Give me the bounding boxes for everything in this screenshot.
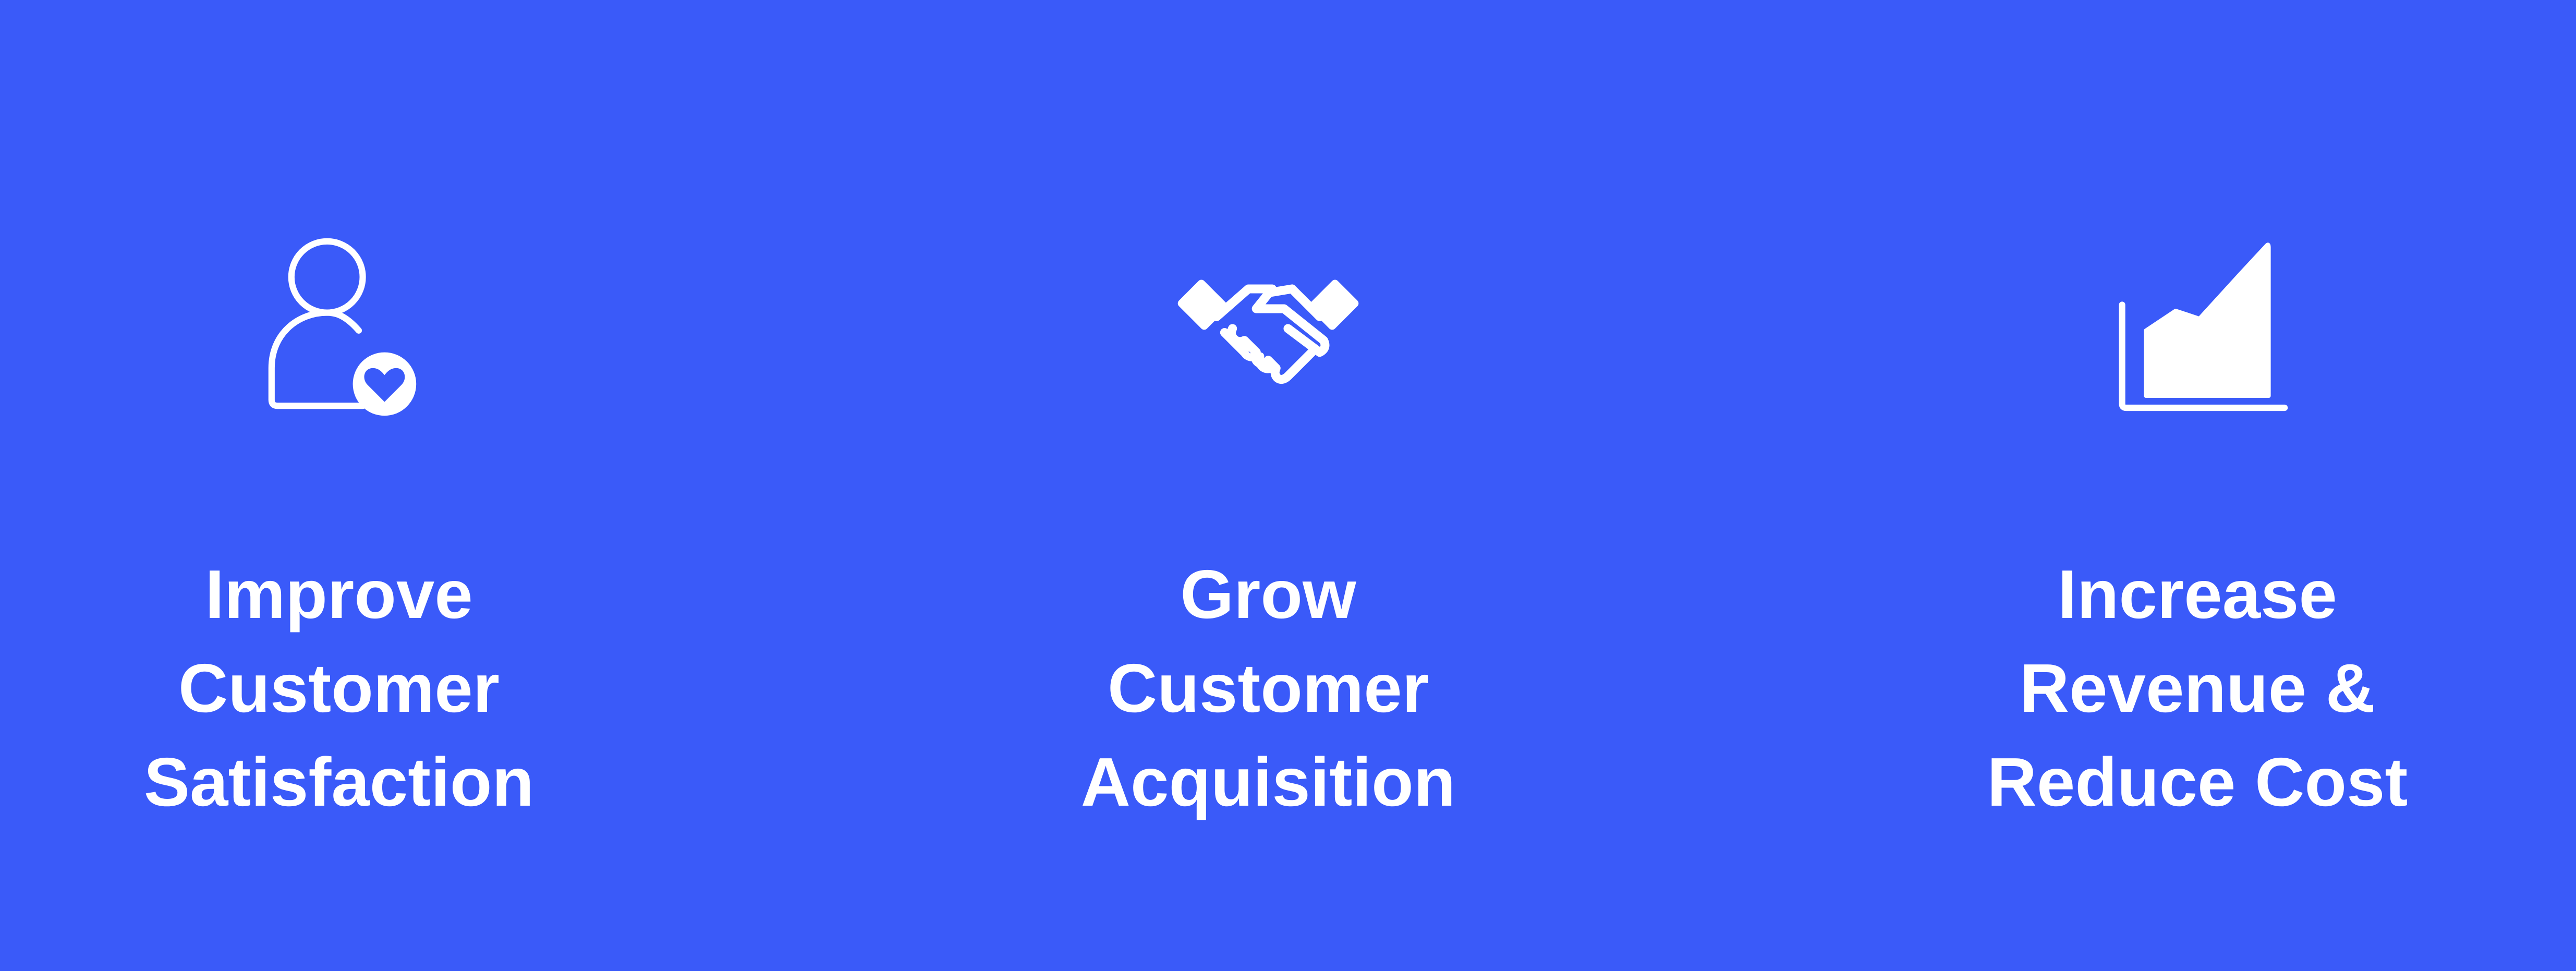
label-line: Satisfaction	[143, 744, 534, 820]
label-line: Revenue &	[2019, 650, 2376, 726]
label-line: Improve	[205, 556, 473, 633]
feature-label: Grow Customer Acquisition	[981, 548, 1555, 829]
label-line: Customer	[1107, 650, 1429, 726]
label-line: Reduce Cost	[1987, 744, 2408, 820]
label-line: Acquisition	[1080, 744, 1456, 820]
label-line: Increase	[2058, 556, 2337, 633]
feature-banner: Improve Customer Satisfaction Grow Custo…	[0, 0, 2576, 971]
area-chart-icon	[2098, 229, 2296, 428]
feature-grow-acquisition: Grow Customer Acquisition	[981, 0, 1555, 971]
label-line: Customer	[178, 650, 500, 726]
feature-increase-revenue: Increase Revenue & Reduce Cost	[1911, 0, 2484, 971]
label-line: Grow	[1180, 556, 1356, 633]
feature-label: Increase Revenue & Reduce Cost	[1911, 548, 2484, 829]
user-heart-icon	[240, 229, 438, 428]
feature-improve-satisfaction: Improve Customer Satisfaction	[52, 0, 626, 971]
feature-label: Improve Customer Satisfaction	[52, 548, 626, 829]
handshake-icon	[1169, 229, 1367, 428]
